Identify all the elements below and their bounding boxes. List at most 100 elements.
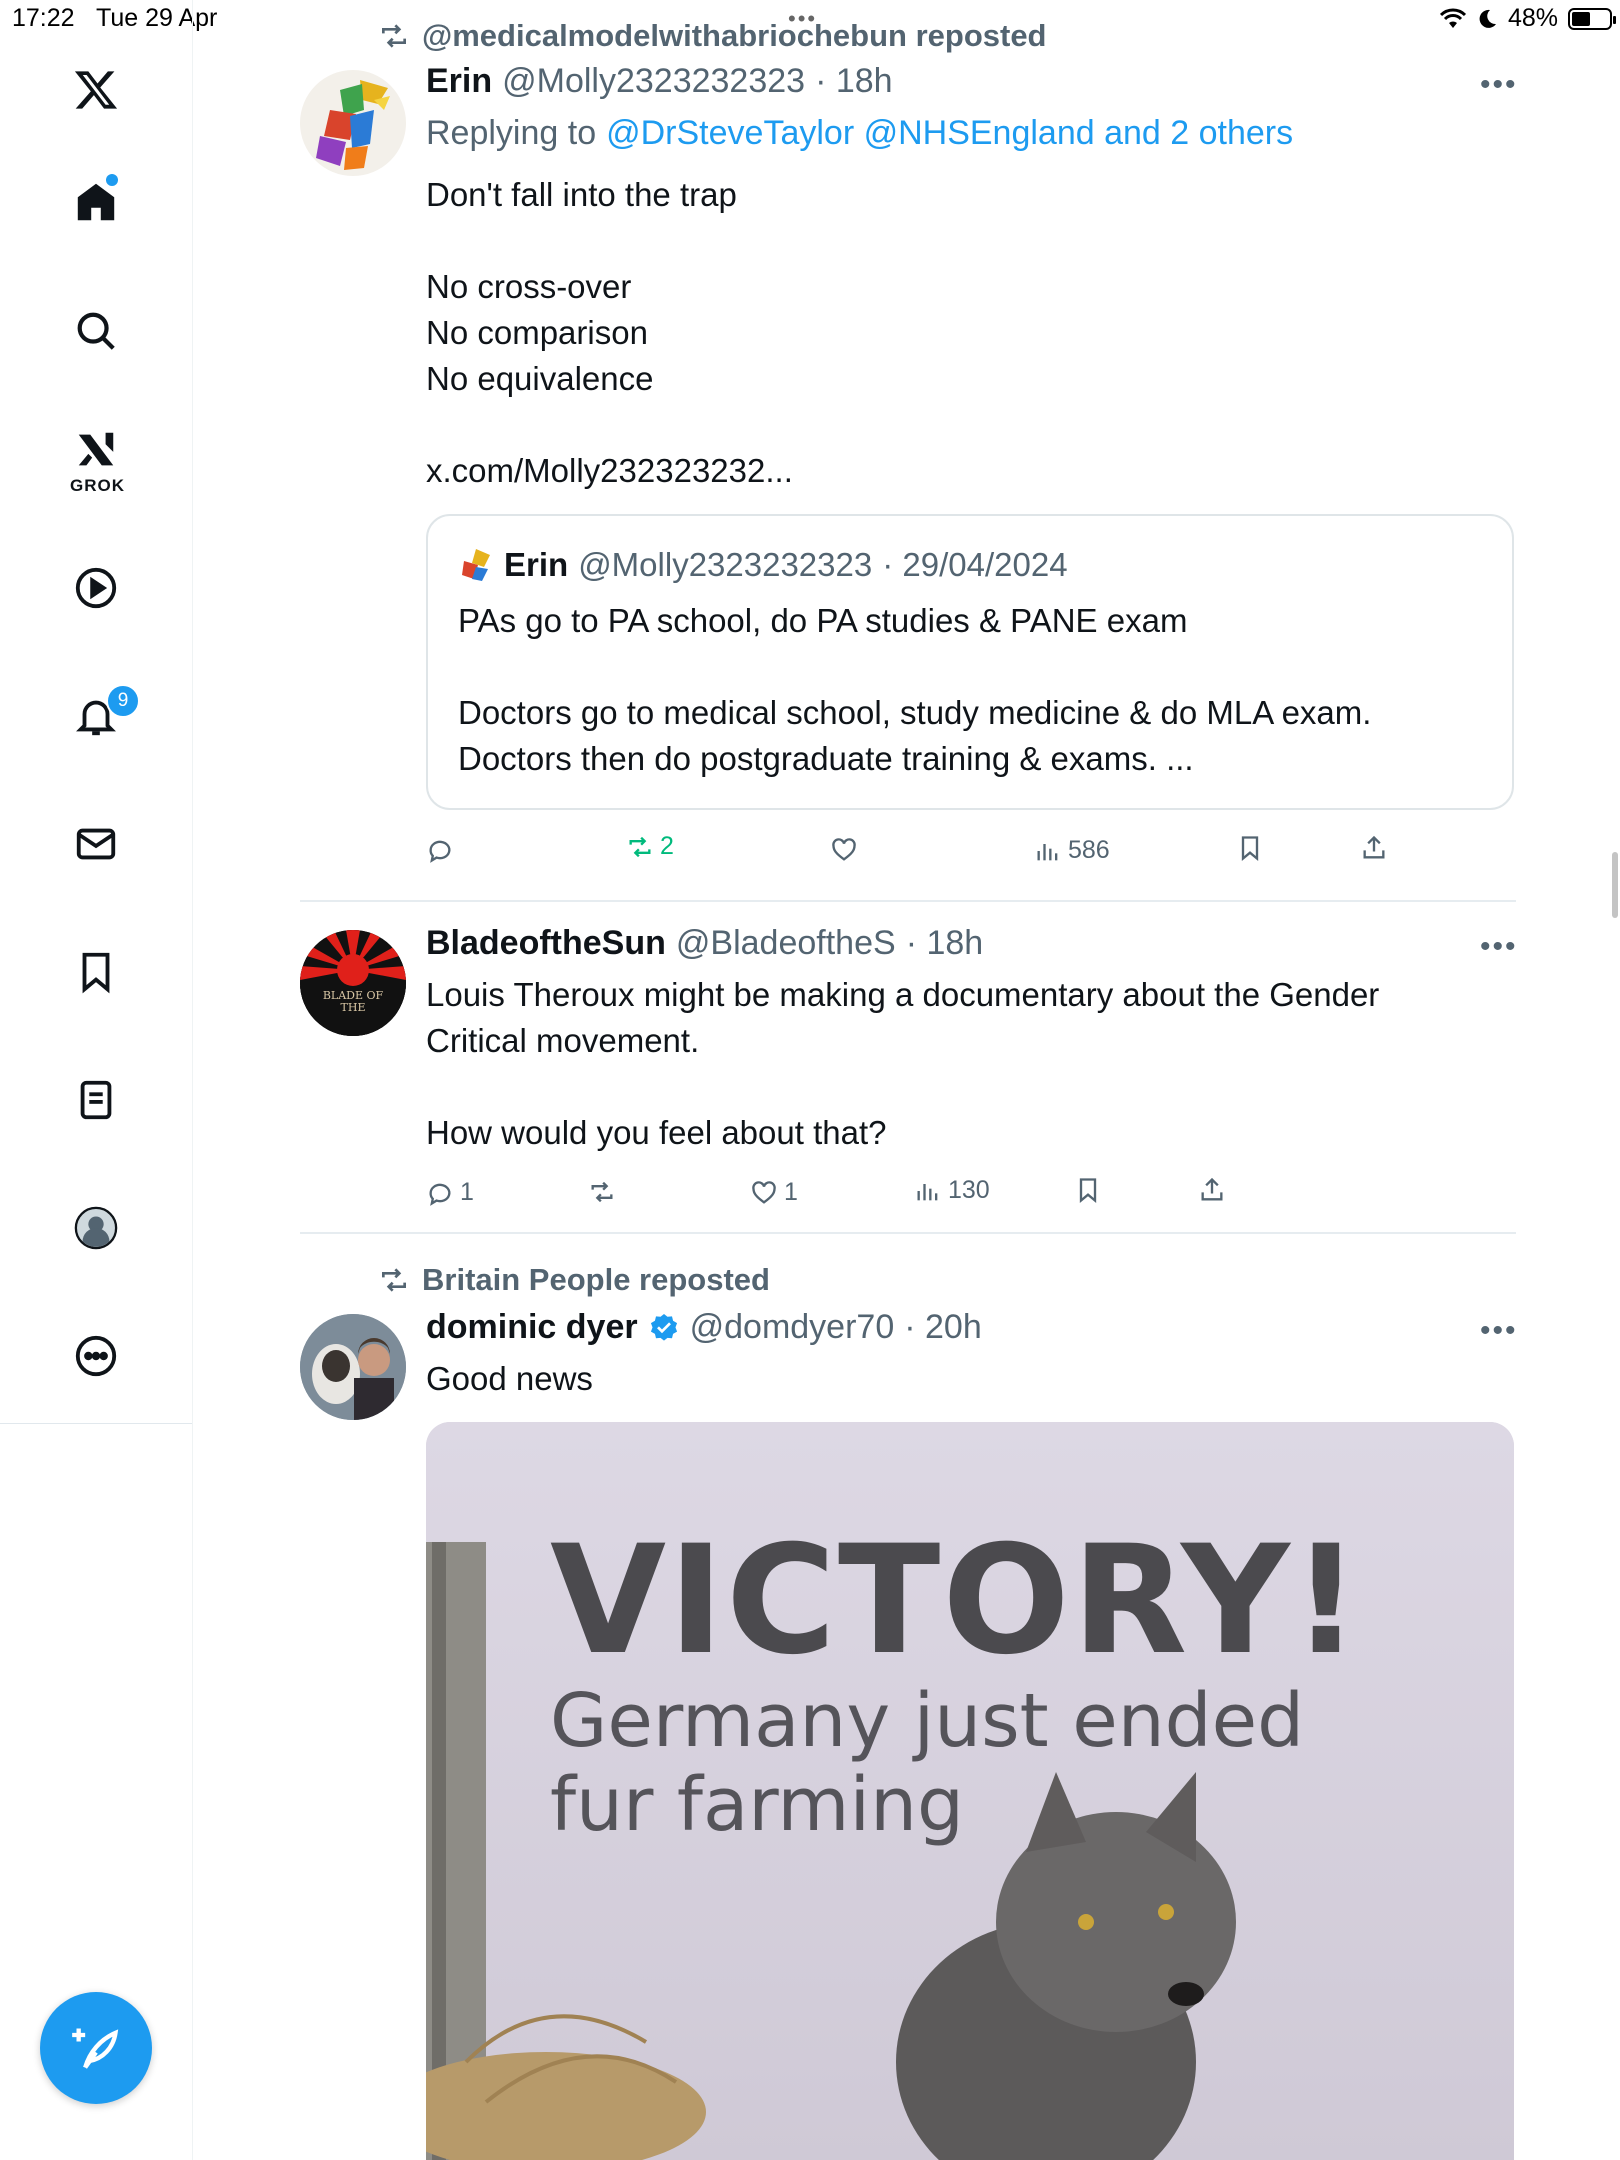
moon-icon bbox=[1479, 9, 1496, 28]
post2-like-count: 1 bbox=[784, 1178, 798, 1206]
lists-icon[interactable] bbox=[70, 1074, 122, 1126]
blade-sun-avatar-image bbox=[300, 930, 406, 1036]
post2-reply-count: 1 bbox=[460, 1178, 474, 1206]
post1-quote-card[interactable]: Erin @Molly2323232323 · 29/04/2024 PAs g… bbox=[426, 514, 1514, 810]
video-play-icon[interactable] bbox=[70, 562, 122, 614]
mail-icon[interactable] bbox=[70, 818, 122, 870]
repost-icon bbox=[382, 1268, 406, 1292]
x-logo-icon[interactable] bbox=[70, 64, 122, 116]
post1-repost-text: @medicalmodelwithabriochebun reposted bbox=[422, 18, 1047, 53]
battery-icon bbox=[1568, 7, 1616, 30]
post2-reply-button[interactable]: 1 bbox=[426, 1178, 474, 1207]
reply-icon bbox=[429, 840, 451, 863]
post1-avatar[interactable] bbox=[300, 70, 406, 176]
quote-line2: Doctors go to medical school, study medi… bbox=[458, 694, 1372, 731]
post2-bookmark-button[interactable] bbox=[1074, 1176, 1102, 1204]
quote-line1: PAs go to PA school, do PA studies & PAN… bbox=[458, 602, 1188, 639]
post3-text: Good news bbox=[426, 1360, 593, 1397]
heart-icon bbox=[752, 1180, 776, 1204]
post3-repost-text: Britain People reposted bbox=[422, 1262, 770, 1297]
scrollbar[interactable] bbox=[1612, 852, 1618, 918]
repost-icon bbox=[591, 1181, 613, 1203]
repost-icon bbox=[382, 24, 406, 48]
post1-line3: No comparison bbox=[426, 314, 648, 351]
post1-views-count: 586 bbox=[1068, 836, 1110, 864]
post2-repost-button[interactable] bbox=[588, 1178, 616, 1206]
post1-replying-prefix: Replying to bbox=[426, 114, 597, 152]
share-icon bbox=[1201, 1177, 1223, 1201]
post3-avatar[interactable] bbox=[300, 1314, 406, 1420]
post-divider bbox=[300, 900, 1516, 902]
post-divider bbox=[300, 1232, 1516, 1234]
post3-author-name[interactable]: dominic dyer bbox=[426, 1308, 638, 1347]
post1-share-button[interactable] bbox=[1360, 834, 1388, 862]
post1-author-handle[interactable]: @Molly2323232323 bbox=[502, 62, 805, 101]
views-icon bbox=[1037, 843, 1058, 860]
post1-repost-label: @medicalmodelwithabriochebun reposted bbox=[378, 18, 1047, 54]
bookmark-icon bbox=[1079, 1178, 1097, 1203]
post2-views-button[interactable]: 130 bbox=[914, 1176, 990, 1205]
search-icon[interactable] bbox=[70, 305, 122, 357]
post2-like-button[interactable]: 1 bbox=[750, 1178, 798, 1207]
post1-line4: No equivalence bbox=[426, 360, 654, 397]
share-icon bbox=[1363, 835, 1385, 859]
post1-views-button[interactable]: 586 bbox=[1034, 836, 1110, 865]
verified-badge-icon bbox=[650, 1313, 677, 1341]
post1-line1: Don't fall into the trap bbox=[426, 176, 737, 213]
repost-icon bbox=[629, 836, 651, 857]
post1-like-button[interactable] bbox=[830, 836, 858, 864]
post3-author-handle[interactable]: @domdyer70 bbox=[690, 1308, 895, 1347]
post2-avatar[interactable]: BLADE OF THE bbox=[300, 930, 406, 1036]
post3-media-image[interactable]: VICTORY! Germany just ended fur farming bbox=[426, 1422, 1514, 2160]
post2-line2: Critical movement. bbox=[426, 1022, 700, 1059]
media-headline: VICTORY! bbox=[550, 1514, 1363, 1688]
post2-line3: How would you feel about that? bbox=[426, 1114, 887, 1151]
post1-timestamp[interactable]: · 18h bbox=[815, 62, 893, 101]
more-circle-icon[interactable] bbox=[70, 1330, 122, 1382]
quote-avatar-icon bbox=[462, 549, 490, 581]
post1-link[interactable]: x.com/Molly232323232... bbox=[426, 448, 793, 494]
sidebar-divider bbox=[0, 1423, 192, 1424]
heart-icon bbox=[832, 838, 856, 861]
post1-bookmark-button[interactable] bbox=[1236, 834, 1264, 862]
views-icon bbox=[917, 1183, 938, 1200]
post2-more-button[interactable]: ••• bbox=[1480, 930, 1518, 964]
person-with-dog-avatar-image bbox=[300, 1314, 406, 1420]
bookmark-icon[interactable] bbox=[70, 946, 122, 998]
bookmark-icon bbox=[1241, 836, 1259, 861]
eagle-avatar-image bbox=[316, 80, 390, 170]
grok-label: GROK bbox=[70, 476, 125, 495]
post3-timestamp[interactable]: · 20h bbox=[904, 1308, 982, 1347]
post1-replying-to[interactable]: @DrSteveTaylor @NHSEngland and 2 others bbox=[606, 114, 1293, 153]
post1-more-button[interactable]: ••• bbox=[1480, 68, 1518, 102]
post1-repost-button[interactable]: 2 bbox=[626, 832, 674, 861]
post2-author-name[interactable]: BladeoftheSun bbox=[426, 924, 666, 963]
post2-avatar-text: BLADE OF THE bbox=[322, 989, 384, 1014]
post2-timestamp[interactable]: · 18h bbox=[906, 924, 984, 963]
post3-repost-label: Britain People reposted bbox=[378, 1262, 770, 1298]
profile-avatar-icon[interactable] bbox=[70, 1202, 122, 1254]
post1-repost-count: 2 bbox=[660, 832, 674, 860]
media-subline2: fur farming bbox=[550, 1762, 964, 1848]
notification-badge: 9 bbox=[106, 684, 140, 718]
quote-author-handle: @Molly2323232323 bbox=[578, 546, 873, 583]
post3-more-button[interactable]: ••• bbox=[1480, 1314, 1518, 1348]
reply-icon bbox=[429, 1183, 451, 1206]
media-subline1: Germany just ended bbox=[550, 1678, 1305, 1764]
post1-author-name[interactable]: Erin bbox=[426, 62, 492, 101]
home-unread-dot bbox=[106, 174, 118, 186]
post2-author-handle[interactable]: @BladeoftheS bbox=[676, 924, 896, 963]
post1-reply-button[interactable] bbox=[426, 836, 454, 864]
post2-line1: Louis Theroux might be making a document… bbox=[426, 976, 1380, 1013]
grok-icon[interactable] bbox=[70, 424, 122, 476]
compose-feather-icon bbox=[72, 2028, 119, 2069]
post1-line2: No cross-over bbox=[426, 268, 632, 305]
quote-line3: Doctors then do postgraduate training & … bbox=[458, 740, 1194, 777]
status-indicators: 48% bbox=[1439, 4, 1616, 33]
compose-post-button[interactable] bbox=[40, 1992, 152, 2104]
quote-author-name: Erin bbox=[504, 546, 569, 583]
post2-share-button[interactable] bbox=[1198, 1176, 1226, 1204]
battery-percent: 48% bbox=[1507, 4, 1558, 32]
post2-views-count: 130 bbox=[948, 1176, 990, 1204]
wifi-icon bbox=[1439, 8, 1466, 28]
